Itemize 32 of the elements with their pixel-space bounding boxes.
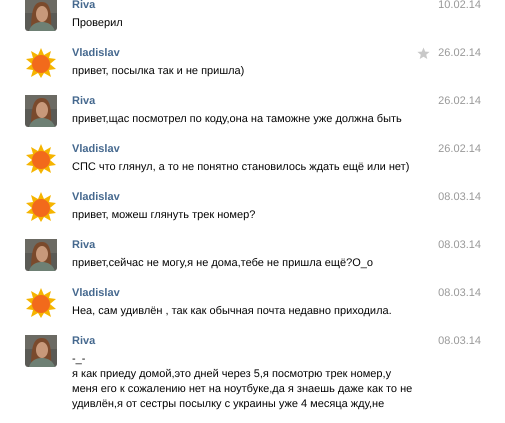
author-name[interactable]: Riva bbox=[72, 0, 96, 11]
message-text: привет, посылка так и не пришла) bbox=[72, 64, 246, 79]
message-text: привет,сейчас не могу,я не дома,тебе не пришла ещё?О_о bbox=[72, 256, 374, 271]
author-name[interactable]: Vladislav bbox=[72, 47, 120, 59]
message-date: 26.02.14 bbox=[438, 95, 481, 107]
message-text: удивлён,я от сестры посылку с украины уже 4 месяца жду,не bbox=[72, 397, 386, 412]
message-date: 26.02.14 bbox=[438, 47, 481, 59]
sun-avatar-icon bbox=[25, 143, 57, 175]
message-text: Неа, сам удивлён , так как обычная почта недавно приходила. bbox=[72, 304, 393, 319]
sun-avatar-icon bbox=[25, 47, 57, 79]
author-name[interactable]: Riva bbox=[72, 95, 96, 107]
author-name[interactable]: Riva bbox=[72, 335, 96, 347]
message-date: 08.03.14 bbox=[438, 191, 481, 203]
sun-avatar-icon bbox=[25, 191, 57, 223]
star-icon[interactable] bbox=[417, 46, 430, 60]
author-name[interactable]: Vladislav bbox=[72, 287, 120, 299]
message-date: 08.03.14 bbox=[438, 335, 481, 347]
message-date: 08.03.14 bbox=[438, 287, 481, 299]
message-date: 26.02.14 bbox=[438, 143, 481, 155]
message-text: я как приеду домой,это дней через 5,я посмотрю трек номер,у bbox=[72, 367, 392, 382]
author-name[interactable]: Vladislav bbox=[72, 143, 120, 155]
message-text: Проверил bbox=[72, 16, 124, 31]
message-text: -_- bbox=[72, 352, 86, 367]
message-text: СПС что глянул, а то не понятно становилось ждать ещё или нет) bbox=[72, 160, 410, 175]
message-text: меня его к сожалению нет на ноутбуке,да я знаешь даже как то не bbox=[72, 382, 414, 397]
author-name[interactable]: Vladislav bbox=[72, 191, 120, 203]
message-date: 08.03.14 bbox=[438, 239, 481, 251]
author-name[interactable]: Riva bbox=[72, 239, 96, 251]
message-text: привет, можеш глянуть трек номер? bbox=[72, 208, 256, 223]
message-text: привет,щас посмотрел по коду,она на таможне уже должна быть bbox=[72, 112, 403, 127]
sun-avatar-icon bbox=[25, 287, 57, 319]
message-date: 10.02.14 bbox=[438, 0, 481, 11]
